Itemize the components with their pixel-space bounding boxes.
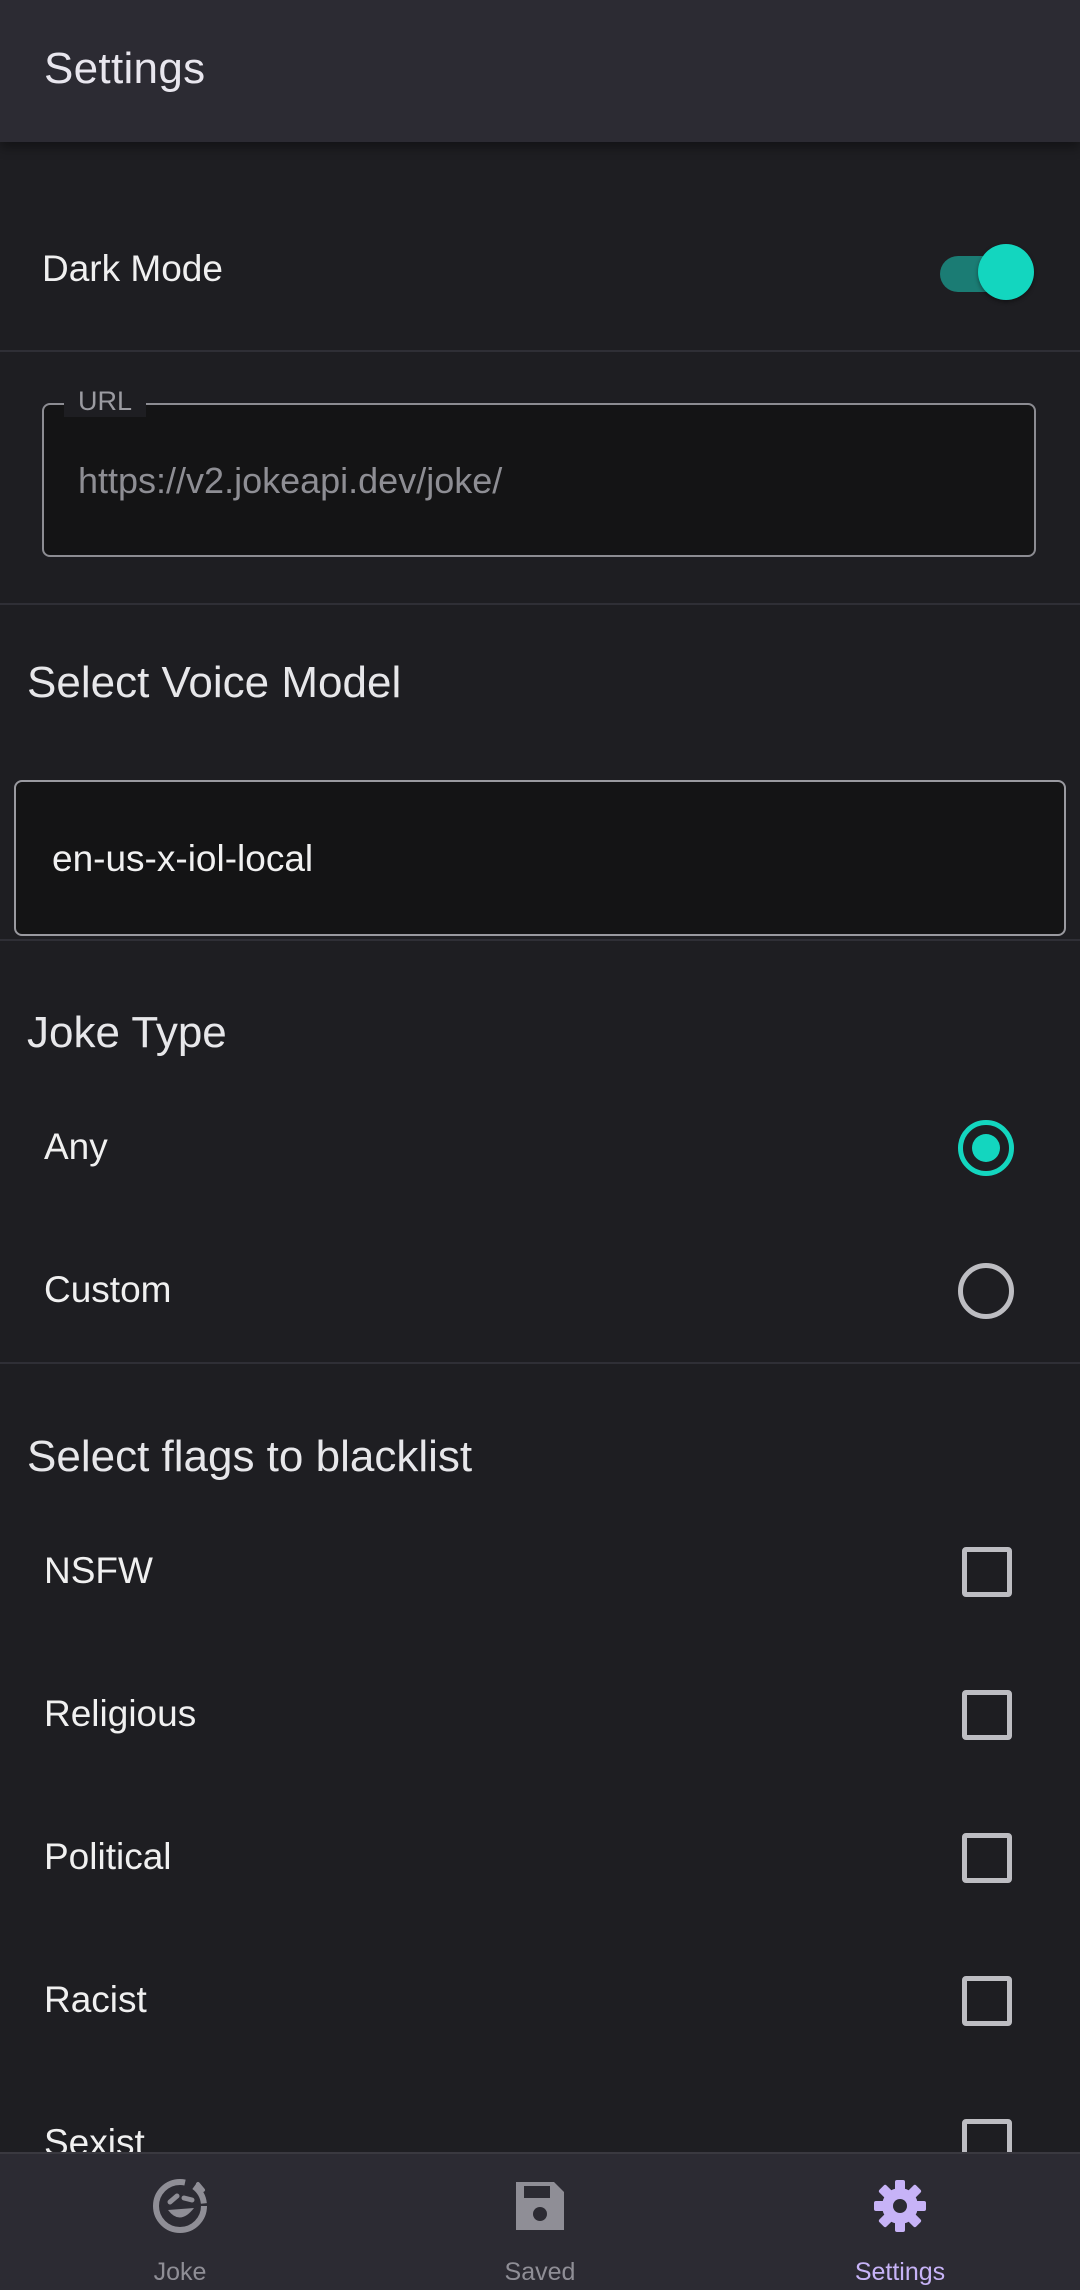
flag-label: NSFW [44,1550,153,1591]
flag-racist[interactable]: Racist [0,1946,1080,2056]
flag-checkbox[interactable] [962,1833,1012,1883]
flag-nsfw[interactable]: NSFW [0,1517,1080,1627]
page-title: Settings [44,44,206,93]
divider [0,939,1080,941]
flag-political[interactable]: Political [0,1803,1080,1913]
joke-type-option-any[interactable]: Any [0,1093,1080,1203]
blacklist-heading: Select flags to blacklist [27,1432,473,1481]
joke-type-option-custom[interactable]: Custom [0,1236,1080,1346]
option-label: Custom [44,1269,172,1310]
flag-checkbox[interactable] [962,1547,1012,1597]
nav-label: Saved [504,2258,576,2286]
url-input[interactable] [78,460,978,502]
url-field-label: URL [64,386,147,417]
dark-mode-row: Dark Mode [0,218,1080,322]
flag-label: Political [44,1836,172,1877]
gear-icon [874,2180,926,2232]
option-label: Any [44,1126,108,1167]
laugh-icon [153,2179,207,2233]
toggle-thumb [978,244,1034,300]
nav-item-settings[interactable]: Settings [720,2154,1080,2290]
voice-model-value: en-us-x-iol-local [52,838,314,879]
flag-religious[interactable]: Religious [0,1660,1080,1770]
joke-type-heading: Joke Type [27,1008,227,1057]
radio-button[interactable] [958,1263,1014,1319]
nav-label: Settings [854,2258,946,2286]
save-icon [516,2182,564,2230]
flag-label: Religious [44,1693,197,1734]
nav-item-saved[interactable]: Saved [360,2154,720,2290]
dark-mode-toggle[interactable] [940,240,1034,300]
voice-model-heading: Select Voice Model [27,658,402,707]
dark-mode-label: Dark Mode [42,248,223,289]
radio-button-selected[interactable] [958,1120,1014,1176]
app-bar: Settings [0,0,1080,142]
flag-checkbox[interactable] [962,1690,1012,1740]
flag-label: Racist [44,1979,147,2020]
nav-item-joke[interactable]: Joke [0,2154,360,2290]
voice-model-select[interactable]: en-us-x-iol-local [14,780,1066,936]
bottom-navigation: Joke Saved Settings [0,2152,1080,2290]
divider [0,350,1080,352]
divider [0,1362,1080,1364]
nav-label: Joke [153,2258,207,2286]
flag-checkbox[interactable] [962,1976,1012,2026]
divider [0,603,1080,605]
